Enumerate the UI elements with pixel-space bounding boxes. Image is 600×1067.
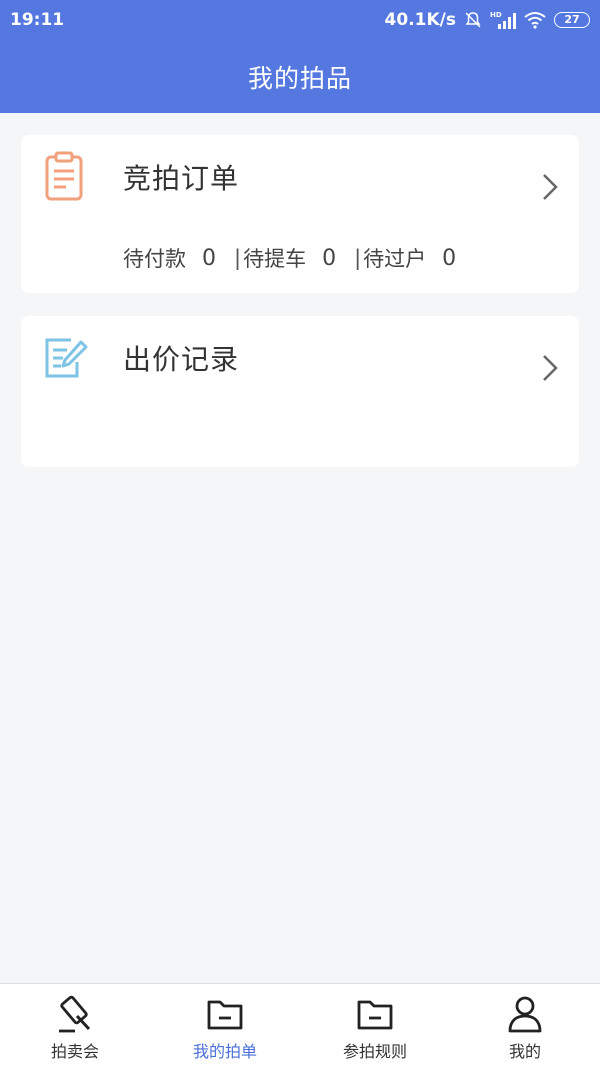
hd-signal-icon: HD (490, 10, 516, 30)
edit-record-icon (45, 338, 88, 378)
auction-orders-title: 竞拍订单 (123, 162, 240, 195)
nav-label: 我的 (508, 1042, 541, 1061)
nav-profile[interactable]: 我的 (450, 984, 600, 1067)
app-header: 19:11 40.1K/s HD 27 我的拍品 (0, 0, 600, 113)
stat-count: 0 (442, 245, 457, 271)
status-bar: 19:11 40.1K/s HD 27 (0, 0, 600, 40)
nav-auction[interactable]: 拍卖会 (0, 984, 150, 1067)
stat-count: 0 (322, 245, 337, 271)
battery-icon: 27 (554, 12, 590, 28)
bid-records-title: 出价记录 (123, 343, 240, 376)
folder-icon (357, 1000, 393, 1030)
mute-icon (464, 11, 482, 29)
page-title: 我的拍品 (247, 63, 352, 93)
nav-my-orders[interactable]: 我的拍单 (150, 984, 300, 1067)
divider: | (354, 246, 362, 270)
auction-orders-card[interactable]: 竞拍订单 待付款 0 | 待提车 0 | 待过户 0 (21, 135, 579, 293)
stat-label: 待提车 (243, 247, 307, 271)
nav-label: 参拍规则 (342, 1042, 407, 1061)
bid-records-card[interactable]: 出价记录 (21, 316, 579, 467)
bottom-nav: 拍卖会 我的拍单 参拍规则 我的 (0, 983, 600, 1067)
wifi-icon (524, 11, 546, 29)
network-speed: 40.1K/s (384, 10, 456, 30)
chevron-right-icon[interactable] (541, 173, 559, 201)
nav-label: 我的拍单 (192, 1042, 257, 1061)
stat-count: 0 (202, 245, 216, 271)
clipboard-icon (45, 151, 83, 201)
svg-text:HD: HD (490, 11, 502, 19)
chevron-right-icon[interactable] (541, 354, 559, 382)
status-time: 19:11 (10, 10, 65, 30)
stat-pending-pickup[interactable]: | 待提车 0 (234, 243, 354, 273)
stat-pending-transfer[interactable]: | 待过户 0 (354, 243, 474, 273)
gavel-icon (59, 995, 91, 1033)
folder-icon (207, 1000, 243, 1030)
order-stats: 待付款 0 | 待提车 0 | 待过户 0 (123, 243, 474, 273)
stat-label: 待付款 (123, 247, 186, 271)
status-indicators: 40.1K/s HD 27 (385, 10, 590, 30)
divider: | (234, 246, 242, 270)
nav-label: 拍卖会 (50, 1042, 99, 1061)
stat-label: 待过户 (363, 247, 427, 271)
nav-rules[interactable]: 参拍规则 (300, 984, 450, 1067)
stat-pending-payment[interactable]: 待付款 0 (123, 243, 234, 273)
person-icon (508, 996, 542, 1033)
